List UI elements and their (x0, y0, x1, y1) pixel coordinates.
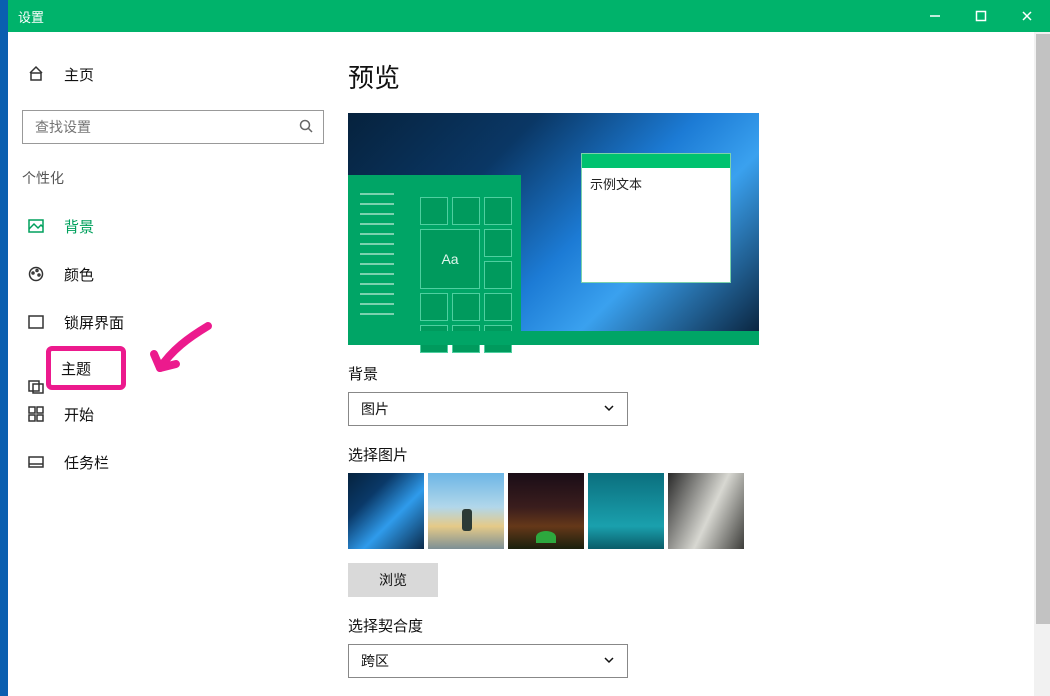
choose-picture-label: 选择图片 (348, 444, 1050, 465)
chevron-down-icon (603, 653, 615, 669)
start-icon (26, 405, 46, 423)
preview-sample-text: 示例文本 (582, 168, 730, 199)
background-label: 背景 (348, 363, 1050, 384)
sidebar-item-start[interactable]: 开始 (22, 390, 324, 438)
titlebar: 设置 (8, 0, 1050, 32)
sidebar-item-label: 主题 (61, 358, 91, 379)
sidebar-item-themes[interactable]: 主题 (46, 346, 126, 390)
nav-home-label: 主页 (64, 64, 94, 85)
search-input[interactable] (22, 110, 324, 144)
sidebar-item-label: 开始 (64, 404, 94, 425)
sidebar-item-taskbar[interactable]: 任务栏 (22, 438, 324, 486)
sidebar-item-background[interactable]: 背景 (22, 202, 324, 250)
picture-thumb[interactable] (348, 473, 424, 549)
sidebar: 主页 个性化 背景 (8, 32, 340, 696)
picture-icon (26, 217, 46, 235)
desktop-preview: Aa 示例文本 (348, 113, 759, 345)
sidebar-section-label: 个性化 (22, 168, 324, 188)
search-field[interactable] (33, 118, 299, 136)
page-title: 预览 (348, 58, 1050, 95)
search-icon (299, 119, 313, 136)
palette-icon (26, 265, 46, 283)
sidebar-item-color[interactable]: 颜色 (22, 250, 324, 298)
chevron-down-icon (603, 401, 615, 417)
themes-icon (26, 378, 46, 396)
nav-home[interactable]: 主页 (22, 52, 324, 96)
picture-thumb[interactable] (428, 473, 504, 549)
dropdown-value: 跨区 (361, 651, 389, 671)
sidebar-item-label: 背景 (64, 216, 94, 237)
fit-dropdown[interactable]: 跨区 (348, 644, 628, 678)
preview-sample-window: 示例文本 (581, 153, 731, 283)
background-type-dropdown[interactable]: 图片 (348, 392, 628, 426)
minimize-button[interactable] (912, 0, 958, 32)
dropdown-value: 图片 (361, 399, 389, 419)
picture-thumb[interactable] (668, 473, 744, 549)
vertical-scrollbar[interactable] (1034, 32, 1050, 696)
preview-tile-sample: Aa (420, 229, 480, 289)
picture-thumbnails (348, 473, 1050, 549)
picture-thumb[interactable] (508, 473, 584, 549)
lockscreen-icon (26, 313, 46, 331)
sidebar-item-lockscreen[interactable]: 锁屏界面 (22, 298, 324, 346)
sidebar-item-label: 颜色 (64, 264, 94, 285)
fit-label: 选择契合度 (348, 615, 1050, 636)
maximize-button[interactable] (958, 0, 1004, 32)
window-title: 设置 (8, 7, 44, 26)
picture-thumb[interactable] (588, 473, 664, 549)
browse-button[interactable]: 浏览 (348, 563, 438, 597)
sidebar-item-label: 任务栏 (64, 452, 109, 473)
close-button[interactable] (1004, 0, 1050, 32)
sidebar-item-label: 锁屏界面 (64, 312, 124, 333)
scrollbar-thumb[interactable] (1036, 34, 1050, 624)
browse-button-label: 浏览 (379, 570, 407, 590)
home-icon (26, 65, 46, 83)
taskbar-icon (26, 453, 46, 471)
content-area: 预览 Aa 示例文本 背景 (340, 32, 1050, 696)
